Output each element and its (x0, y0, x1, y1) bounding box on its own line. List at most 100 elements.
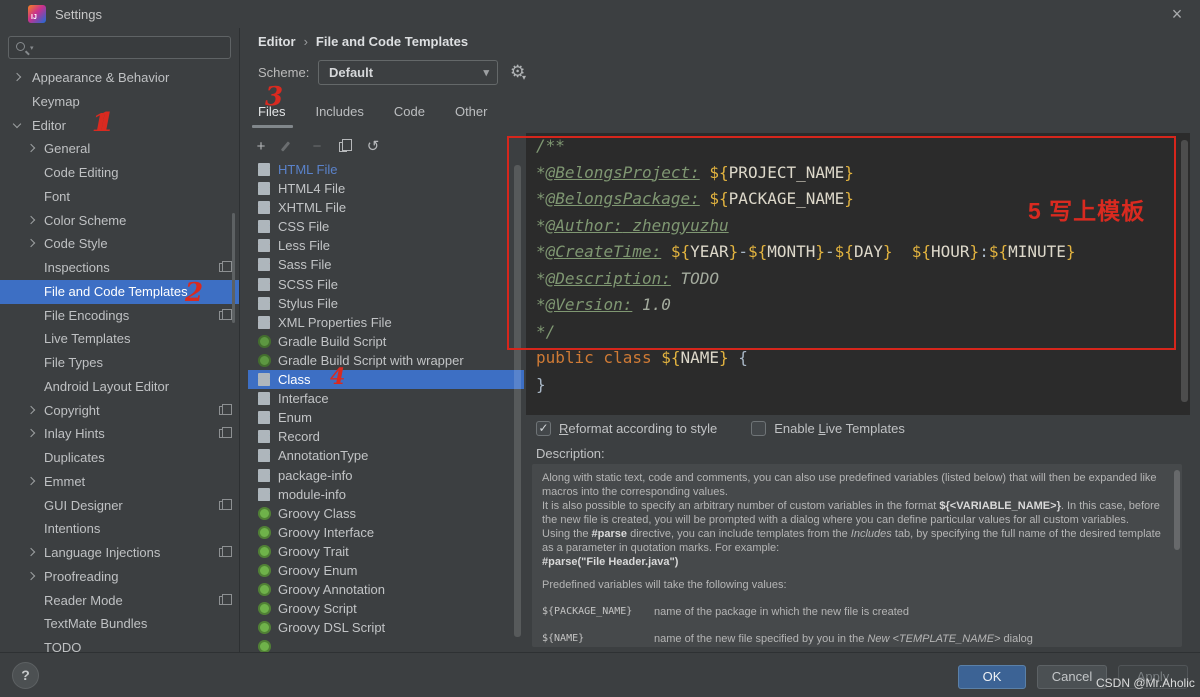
template-item-groovy-script[interactable]: Groovy Script (248, 599, 524, 618)
template-item-label: HTML4 File (278, 181, 346, 197)
template-item-stylus-file[interactable]: Stylus File (248, 294, 524, 313)
sidebar-scrollbar[interactable] (232, 213, 235, 323)
sidebar-item-live-templates[interactable]: Live Templates (0, 327, 239, 351)
unchecked-checkbox[interactable]: ✓ (751, 421, 767, 436)
option-reformat-according-to-style[interactable]: ✓ Reformat according to style (536, 421, 717, 436)
template-item-label: Class (278, 372, 311, 388)
sidebar-item-intentions[interactable]: Intentions (0, 517, 239, 541)
template-item-groovy-interface[interactable]: Groovy Interface (248, 523, 524, 542)
sidebar-item-gui-designer[interactable]: GUI Designer (0, 494, 239, 518)
sidebar-item-reader-mode[interactable]: Reader Mode (0, 589, 239, 613)
sidebar-item-emmet[interactable]: Emmet (0, 470, 239, 494)
template-item-groovy-class[interactable]: Groovy Class (248, 504, 524, 523)
sidebar-item-general[interactable]: General (0, 137, 239, 161)
sidebar-item-editor[interactable]: Editor 1 (0, 110, 239, 138)
template-list-toolbar: + − ↺ (252, 138, 382, 156)
template-item-record[interactable]: Record (248, 427, 524, 446)
sidebar-item-code-editing[interactable]: Code Editing (0, 161, 239, 185)
annotation-number: 4 (330, 364, 346, 391)
sidebar-item-inlay-hints[interactable]: Inlay Hints (0, 422, 239, 446)
file-type-icon (258, 449, 270, 463)
file-type-icon (258, 430, 270, 444)
editor-scrollbar[interactable] (1181, 140, 1188, 402)
description-label: Description: (536, 446, 605, 461)
template-item-html-file[interactable]: HTML File (248, 160, 524, 179)
reset-indicator-icon (219, 403, 232, 415)
search-icon (16, 42, 25, 51)
sidebar-item-todo[interactable]: TODO (0, 636, 239, 652)
option-enable-live-templates[interactable]: ✓ Enable Live Templates (751, 421, 905, 436)
copy-template-button[interactable] (336, 138, 354, 156)
template-item-gradle-build-script[interactable]: Gradle Build Script (248, 332, 524, 351)
close-icon[interactable]: × (1166, 3, 1188, 25)
build-script-icon (258, 602, 271, 616)
tab-includes[interactable]: Includes (307, 100, 385, 126)
template-item-label: XML Properties File (278, 314, 392, 330)
sidebar-item-label: Proofreading (44, 568, 119, 584)
template-item-item[interactable] (248, 637, 524, 652)
variable-description: name of the new file specified by you in… (654, 633, 1033, 645)
template-item-label: CSS File (278, 219, 330, 235)
sidebar-item-file-and-code-templates[interactable]: File and Code Templates2 (0, 279, 239, 304)
template-item-scss-file[interactable]: SCSS File (248, 275, 524, 294)
template-item-groovy-annotation[interactable]: Groovy Annotation (248, 580, 524, 599)
sidebar-item-proofreading[interactable]: Proofreading (0, 565, 239, 589)
template-item-groovy-enum[interactable]: Groovy Enum (248, 561, 524, 580)
sidebar-item-android-layout-editor[interactable]: Android Layout Editor (0, 375, 239, 399)
reset-template-button[interactable]: ↺ (364, 138, 382, 156)
scheme-label: Scheme: (258, 65, 310, 80)
annotation-number-3: 3 (265, 82, 284, 112)
template-item-enum[interactable]: Enum (248, 408, 524, 427)
breadcrumb-editor[interactable]: Editor (258, 34, 296, 49)
sidebar-item-copyright[interactable]: Copyright (0, 399, 239, 423)
file-type-icon (258, 201, 270, 215)
template-item-groovy-dsl-script[interactable]: Groovy DSL Script (248, 618, 524, 637)
template-item-gradle-build-script-with-wrapper[interactable]: Gradle Build Script with wrapper (248, 351, 524, 370)
sidebar-item-code-style[interactable]: Code Style (0, 232, 239, 256)
template-item-class[interactable]: Class 4 (248, 364, 524, 391)
sidebar-item-appearance-behavior[interactable]: Appearance & Behavior (0, 66, 239, 90)
template-item-css-file[interactable]: CSS File (248, 217, 524, 236)
template-item-label: Interface (278, 391, 329, 407)
sidebar-item-label: Intentions (44, 521, 101, 537)
template-item-groovy-trait[interactable]: Groovy Trait (248, 542, 524, 561)
help-button[interactable]: ? (12, 662, 39, 689)
sidebar-item-language-injections[interactable]: Language Injections (0, 541, 239, 565)
template-item-label: Groovy Interface (278, 524, 375, 540)
template-item-xhtml-file[interactable]: XHTML File (248, 198, 524, 217)
description-scrollbar[interactable] (1174, 470, 1180, 550)
tab-other[interactable]: Other (447, 100, 510, 126)
ok-button[interactable]: OK (958, 665, 1026, 689)
chevron-right-icon (26, 429, 36, 438)
template-item-interface[interactable]: Interface (248, 389, 524, 408)
sidebar-item-duplicates[interactable]: Duplicates (0, 446, 239, 470)
search-input[interactable]: ▾ (8, 36, 231, 59)
tab-code[interactable]: Code (386, 100, 447, 126)
sidebar-item-file-encodings[interactable]: File Encodings (0, 304, 239, 328)
template-item-annotationtype[interactable]: AnnotationType (248, 446, 524, 465)
sidebar-item-font[interactable]: Font (0, 185, 239, 209)
template-item-module-info[interactable]: module-info (248, 485, 524, 504)
sidebar-item-keymap[interactable]: Keymap (0, 90, 239, 114)
breadcrumb: Editor › File and Code Templates (258, 34, 468, 49)
sidebar-item-textmate-bundles[interactable]: TextMate Bundles (0, 612, 239, 636)
file-type-icon (258, 163, 270, 176)
template-item-less-file[interactable]: Less File (248, 236, 524, 255)
sidebar-item-file-types[interactable]: File Types (0, 351, 239, 375)
options-row: ✓ Reformat according to style ✓ Enable Live… (536, 421, 905, 436)
sidebar-item-color-scheme[interactable]: Color Scheme (0, 209, 239, 233)
template-item-label: Groovy Annotation (278, 582, 385, 598)
add-template-button[interactable]: + (252, 138, 270, 156)
scheme-select[interactable]: Default ▾ (318, 60, 498, 85)
template-item-label: XHTML File (278, 200, 347, 216)
checked-checkbox[interactable]: ✓ (536, 421, 551, 436)
sidebar-item-label: Inlay Hints (44, 426, 105, 442)
template-item-sass-file[interactable]: Sass File (248, 255, 524, 274)
template-item-xml-properties-file[interactable]: XML Properties File (248, 313, 524, 332)
template-item-package-info[interactable]: package-info (248, 466, 524, 485)
gear-icon[interactable]: ⚙ ▾ (510, 62, 526, 82)
template-item-html4-file[interactable]: HTML4 File (248, 179, 524, 198)
sidebar-item-inspections[interactable]: Inspections (0, 256, 239, 280)
reset-indicator-icon (219, 308, 232, 320)
sidebar-item-label: Emmet (44, 473, 86, 489)
